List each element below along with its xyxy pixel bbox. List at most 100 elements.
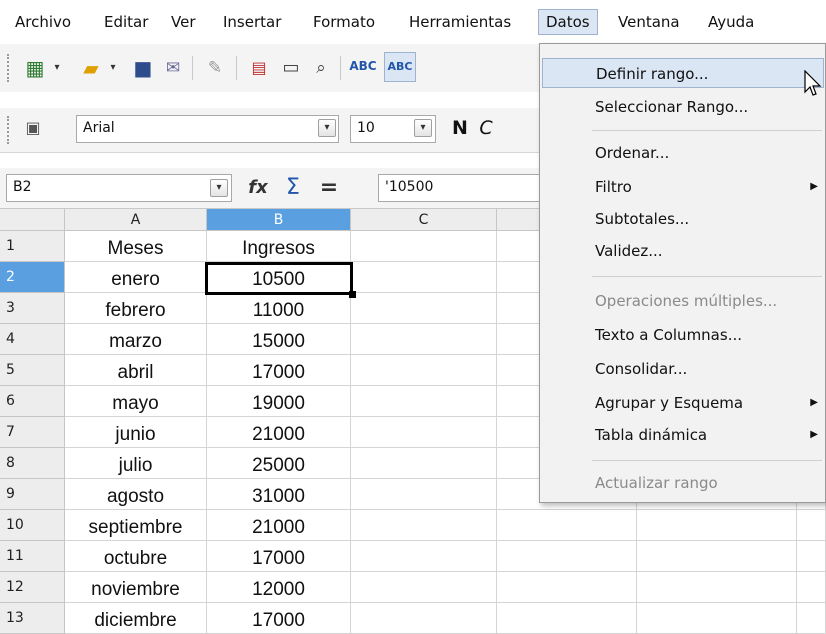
cell[interactable] (497, 603, 637, 634)
menu-item-validez[interactable]: Validez... (542, 236, 824, 266)
font-size-dropdown-icon[interactable]: ▾ (414, 119, 432, 137)
cell[interactable] (351, 479, 497, 510)
cell[interactable]: junio (65, 417, 207, 448)
column-header-a[interactable]: A (65, 209, 207, 231)
print-preview-icon[interactable]: ⌕ (308, 56, 334, 80)
cell[interactable] (351, 510, 497, 541)
row-header[interactable]: 7 (0, 417, 65, 448)
styles-icon[interactable]: ▣ (20, 116, 46, 140)
cell[interactable]: agosto (65, 479, 207, 510)
row-header[interactable]: 2 (0, 262, 65, 293)
menu-item-filtro[interactable]: Filtro ▶ (542, 172, 824, 202)
cell[interactable] (351, 572, 497, 603)
cell[interactable]: 17000 (207, 603, 351, 634)
menu-formato[interactable]: Formato (306, 10, 382, 34)
select-all-corner[interactable] (0, 209, 65, 231)
menu-ventana[interactable]: Ventana (611, 10, 687, 34)
cell[interactable] (797, 510, 826, 541)
row-header[interactable]: 9 (0, 479, 65, 510)
email-icon[interactable]: ✉ (160, 56, 186, 80)
name-box[interactable]: B2 (6, 174, 232, 202)
cell[interactable]: 17000 (207, 355, 351, 386)
menu-item-subtotales[interactable]: Subtotales... (542, 204, 824, 234)
menu-ver[interactable]: Ver (164, 10, 203, 34)
cell[interactable]: 15000 (207, 324, 351, 355)
new-dropdown-arrow-icon[interactable]: ▾ (50, 56, 64, 80)
cell[interactable] (351, 355, 497, 386)
cell[interactable] (497, 541, 637, 572)
cell[interactable] (351, 324, 497, 355)
column-header-c[interactable]: C (351, 209, 497, 231)
menu-item-seleccionar-rango[interactable]: Seleccionar Rango... (542, 92, 824, 122)
cell[interactable] (351, 231, 497, 262)
menu-item-texto-a-columnas[interactable]: Texto a Columnas... (542, 320, 824, 350)
cell[interactable] (351, 603, 497, 634)
cell[interactable]: octubre (65, 541, 207, 572)
menu-archivo[interactable]: Archivo (8, 10, 78, 34)
cell[interactable]: diciembre (65, 603, 207, 634)
cell[interactable] (637, 603, 797, 634)
toolbar-grip[interactable] (7, 54, 12, 82)
cell[interactable]: 31000 (207, 479, 351, 510)
print-icon[interactable]: ▭ (278, 56, 304, 80)
font-name-combo[interactable]: Arial (76, 115, 339, 143)
cell[interactable] (497, 510, 637, 541)
cell[interactable]: 11000 (207, 293, 351, 324)
cell[interactable]: 19000 (207, 386, 351, 417)
menu-editar[interactable]: Editar (97, 10, 155, 34)
row-header[interactable]: 6 (0, 386, 65, 417)
cell[interactable] (637, 510, 797, 541)
cell[interactable] (351, 417, 497, 448)
row-header[interactable]: 10 (0, 510, 65, 541)
cell[interactable] (351, 293, 497, 324)
row-header[interactable]: 4 (0, 324, 65, 355)
row-header[interactable]: 3 (0, 293, 65, 324)
cell[interactable]: julio (65, 448, 207, 479)
row-header[interactable]: 8 (0, 448, 65, 479)
cell[interactable] (351, 386, 497, 417)
cell[interactable] (351, 448, 497, 479)
column-header-b[interactable]: B (207, 209, 351, 231)
cell[interactable]: 21000 (207, 417, 351, 448)
cell[interactable]: febrero (65, 293, 207, 324)
autospellcheck-icon[interactable]: ABC (384, 52, 416, 82)
export-pdf-icon[interactable]: ▤ (246, 56, 272, 80)
cell[interactable] (637, 572, 797, 603)
cell[interactable]: 12000 (207, 572, 351, 603)
cell[interactable]: Meses (65, 231, 207, 262)
cell[interactable] (797, 603, 826, 634)
cell[interactable] (497, 572, 637, 603)
font-name-dropdown-icon[interactable]: ▾ (318, 119, 336, 137)
fill-handle[interactable] (349, 291, 356, 298)
menu-item-agrupar-esquema[interactable]: Agrupar y Esquema ▶ (542, 388, 824, 418)
menu-item-definir-rango[interactable]: Definir rango... (542, 58, 824, 88)
toolbar-grip[interactable] (7, 116, 12, 144)
cell[interactable] (797, 541, 826, 572)
cell[interactable]: enero (65, 262, 207, 293)
cell[interactable]: 10500 (207, 262, 351, 293)
bold-button[interactable]: N (448, 116, 472, 140)
cell[interactable]: septiembre (65, 510, 207, 541)
save-icon[interactable]: ■ (130, 56, 156, 80)
menu-insertar[interactable]: Insertar (216, 10, 288, 34)
new-document-icon[interactable]: ▦ (22, 56, 48, 80)
menu-datos[interactable]: Datos (538, 9, 598, 35)
open-dropdown-arrow-icon[interactable]: ▾ (106, 56, 120, 80)
row-header[interactable]: 13 (0, 603, 65, 634)
sum-icon[interactable]: Σ (280, 176, 306, 200)
row-header[interactable]: 12 (0, 572, 65, 603)
edit-file-icon[interactable]: ✎ (202, 56, 228, 80)
spellcheck-icon[interactable]: ABC (348, 54, 378, 78)
cell[interactable] (797, 572, 826, 603)
cell[interactable] (351, 262, 497, 293)
italic-button[interactable]: C (474, 116, 498, 140)
row-header[interactable]: 1 (0, 231, 65, 262)
menu-item-ordenar[interactable]: Ordenar... (542, 138, 824, 168)
function-wizard-icon[interactable]: fx (244, 176, 272, 200)
cell[interactable]: noviembre (65, 572, 207, 603)
cell[interactable]: 21000 (207, 510, 351, 541)
open-folder-icon[interactable]: ▰ (78, 56, 104, 80)
cell[interactable] (351, 541, 497, 572)
cell[interactable]: abril (65, 355, 207, 386)
function-equals-icon[interactable]: = (316, 176, 342, 200)
